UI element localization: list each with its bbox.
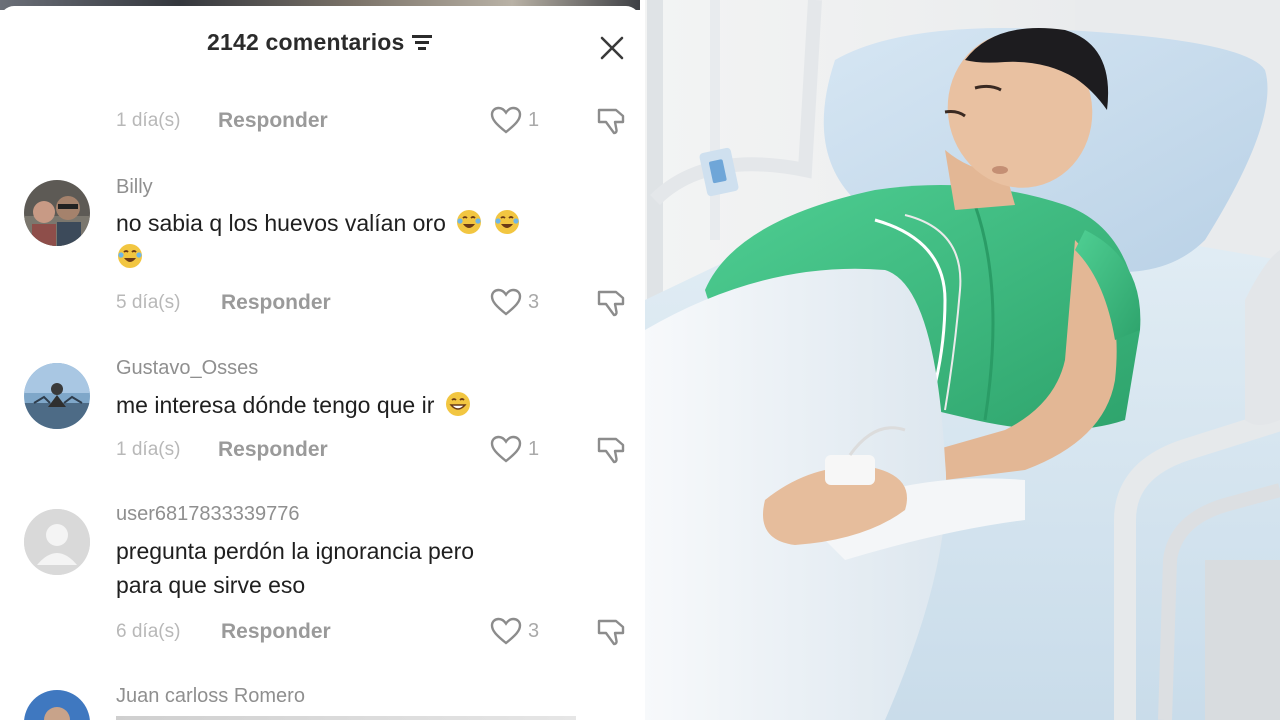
comment-count: 2142 comentarios (207, 29, 405, 55)
like-button[interactable]: 1 (490, 433, 539, 465)
reply-button[interactable]: Responder (221, 291, 331, 315)
dislike-button[interactable] (594, 615, 630, 647)
reply-button[interactable]: Responder (218, 438, 328, 462)
comment-item: Gustavo_Osses me interesa dónde tengo qu… (0, 355, 640, 475)
dislike-button[interactable] (594, 104, 630, 136)
heart-icon (490, 617, 522, 645)
comment-item: Juan carloss Romero (0, 684, 640, 720)
thumbs-down-icon (597, 619, 625, 646)
like-count: 1 (528, 437, 540, 460)
thumbs-down-icon (597, 290, 625, 317)
thumbs-down-icon (597, 437, 625, 464)
like-count: 1 (528, 108, 540, 131)
laughing-tears-emoji-icon (118, 244, 142, 268)
user-photo-icon (24, 363, 90, 429)
comment-item: user6817833339776 pregunta perdón la ign… (0, 503, 640, 663)
avatar[interactable] (24, 180, 90, 246)
comment-age: 1 día(s) (116, 439, 181, 460)
comment-text: no sabia q los huevos valían oro (116, 206, 616, 274)
comment-text-line: para que sirve eso (116, 572, 306, 598)
comment-text-line: me interesa dónde tengo que ir (116, 392, 435, 418)
comment-text-line: pregunta perdón la ignorancia pero (116, 538, 475, 564)
hospital-photo (645, 0, 1280, 720)
comment-username[interactable]: user6817833339776 (116, 503, 300, 526)
comment-meta-row: 1 día(s) Responder 1 (0, 431, 640, 467)
man-in-hospital-bed-illustration (645, 0, 1280, 720)
comment-age: 5 día(s) (116, 292, 181, 313)
avatar[interactable] (24, 509, 90, 575)
like-count: 3 (528, 290, 540, 313)
like-button[interactable]: 3 (490, 615, 539, 647)
user-photo-icon (24, 690, 90, 720)
heart-icon (490, 106, 522, 134)
thumbs-down-icon (597, 108, 625, 135)
dislike-button[interactable] (594, 286, 630, 318)
comment-text-line: no sabia q los huevos valían oro (116, 210, 446, 236)
reply-button[interactable]: Responder (218, 109, 328, 133)
filter-icon[interactable] (411, 33, 433, 51)
like-button[interactable]: 3 (490, 286, 539, 318)
laughing-tears-emoji-icon (494, 210, 519, 234)
like-button[interactable]: 1 (490, 104, 539, 136)
heart-icon (490, 435, 522, 463)
comment-meta-row: 1 día(s) Responder 1 (0, 102, 640, 138)
like-count: 3 (528, 619, 540, 642)
comment-meta-row: 5 día(s) Responder 3 (0, 284, 640, 320)
comment-age: 6 día(s) (116, 621, 181, 642)
heart-icon (490, 288, 522, 316)
comment-text: me interesa dónde tengo que ir (116, 388, 616, 422)
comment-text-cutoff (116, 716, 576, 720)
comment-username[interactable]: Juan carloss Romero (116, 685, 305, 708)
reply-button[interactable]: Responder (221, 620, 331, 644)
comment-age: 1 día(s) (116, 110, 181, 131)
close-button[interactable] (594, 30, 630, 66)
avatar[interactable] (24, 690, 90, 720)
default-avatar-icon (24, 509, 90, 575)
dislike-button[interactable] (594, 433, 630, 465)
comment-username[interactable]: Gustavo_Osses (116, 357, 258, 380)
comment-meta-row: 6 día(s) Responder 3 (0, 613, 640, 649)
comment-username[interactable]: Billy (116, 176, 153, 199)
comments-panel: 2142 comentarios 1 día(s) Responder 1 Bi… (0, 0, 640, 720)
comment-text: pregunta perdón la ignorancia pero para … (116, 534, 616, 602)
comment-item: Billy no sabia q los huevos valían oro 5… (0, 172, 640, 332)
grinning-emoji-icon (445, 392, 470, 416)
avatar[interactable] (24, 363, 90, 429)
close-icon (600, 36, 624, 60)
laughing-tears-emoji-icon (457, 210, 482, 234)
comments-header: 2142 comentarios (0, 26, 640, 70)
user-photo-icon (24, 180, 90, 246)
